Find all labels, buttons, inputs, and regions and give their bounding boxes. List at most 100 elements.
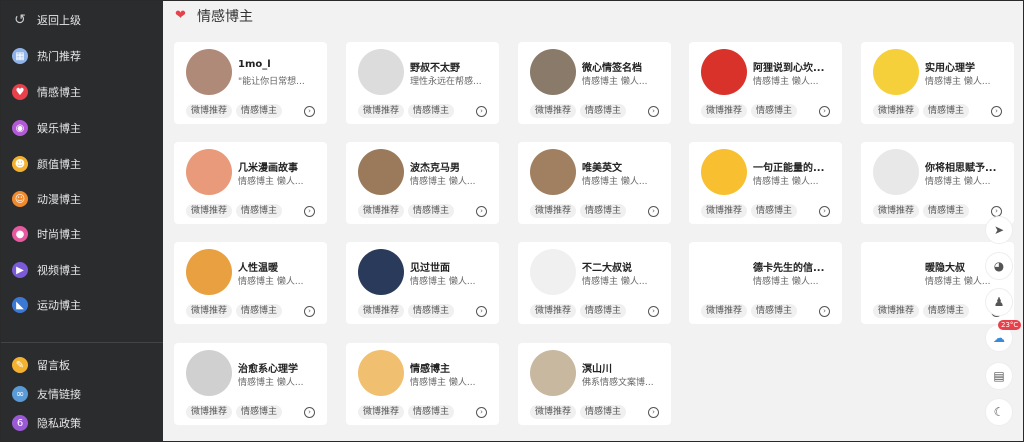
blogger-card[interactable]: 阿狸说到心坎... 情感博主 懒人... 微博推荐 情感博主 › <box>689 42 842 124</box>
chevron-right-icon[interactable]: › <box>648 306 659 317</box>
back-arrow-icon: ↺ <box>14 12 26 28</box>
sidebar-bottom-item-1[interactable]: ∞ 友情链接 <box>0 380 163 408</box>
tag-weibo-recommend: 微博推荐 <box>186 104 233 118</box>
chevron-right-icon[interactable]: › <box>819 206 830 217</box>
sidebar-item-label: 运动博主 <box>37 299 81 312</box>
blogger-card[interactable]: 溟山川 佛系情感文案博... 微博推荐 情感博主 › <box>518 343 671 425</box>
blogger-desc: 情感博主 懒人... <box>582 77 648 87</box>
music-disc-icon: ◉ <box>12 120 28 136</box>
avatar <box>186 350 232 396</box>
blogger-card[interactable]: 几米漫画故事 情感博主 懒人... 微博推荐 情感博主 › <box>174 142 327 224</box>
chevron-right-icon[interactable]: › <box>819 106 830 117</box>
tag-weibo-recommend: 微博推荐 <box>530 104 577 118</box>
blogger-card[interactable]: 野叔不太野 理性永远在帮感... 微博推荐 情感博主 › <box>346 42 499 124</box>
tag-list: 微博推荐 情感博主 <box>701 204 798 218</box>
tag-list: 微博推荐 情感博主 <box>873 204 970 218</box>
tag-weibo-recommend: 微博推荐 <box>530 204 577 218</box>
sidebar-item-label: 返回上级 <box>37 14 81 27</box>
navigate-top-icon[interactable]: ➤ <box>985 216 1013 244</box>
sidebar-item-4[interactable]: ☻ 颜值博主 <box>0 150 163 178</box>
chevron-right-icon[interactable]: › <box>476 206 487 217</box>
blogger-card[interactable]: 唯美英文 情感博主 懒人... 微博推荐 情感博主 › <box>518 142 671 224</box>
blogger-desc: 情感博主 懒人... <box>238 177 304 187</box>
sidebar-item-label: 隐私政策 <box>37 417 81 430</box>
blogger-card[interactable]: 你将相思赋予... 情感博主 懒人... 微博推荐 情感博主 › <box>861 142 1014 224</box>
privacy-icon: 6 <box>12 415 28 431</box>
sidebar-item-6[interactable]: ● 时尚博主 <box>0 220 163 248</box>
tag-weibo-recommend: 微博推荐 <box>873 204 920 218</box>
sidebar-item-1[interactable]: ▦ 热门推荐 <box>0 42 163 70</box>
link-icon: ∞ <box>12 386 28 402</box>
blogger-name: 见过世面 <box>410 263 450 274</box>
wechat-icon[interactable]: ◕ <box>985 252 1013 280</box>
sidebar-bottom-item-2[interactable]: 6 隐私政策 <box>0 409 163 437</box>
smile-icon: ☻ <box>12 156 28 172</box>
tag-category: 情感博主 <box>580 104 627 118</box>
blogger-card[interactable]: 见过世面 情感博主 懒人... 微博推荐 情感博主 › <box>346 242 499 324</box>
tag-category: 情感博主 <box>923 304 970 318</box>
chevron-right-icon[interactable]: › <box>991 106 1002 117</box>
tag-category: 情感博主 <box>923 204 970 218</box>
qq-icon[interactable]: ♟ <box>985 288 1013 316</box>
blogger-name: 溟山川 <box>582 364 612 375</box>
blogger-desc: 情感博主 懒人... <box>925 77 991 87</box>
chevron-right-icon[interactable]: › <box>304 407 315 418</box>
chevron-right-icon[interactable]: › <box>476 407 487 418</box>
blogger-name: 阿狸说到心坎... <box>753 63 825 74</box>
blogger-name: 微心情签名档 <box>582 63 642 74</box>
tag-list: 微博推荐 情感博主 <box>873 304 970 318</box>
chevron-right-icon[interactable]: › <box>304 106 315 117</box>
chevron-right-icon[interactable]: › <box>476 106 487 117</box>
blogger-card[interactable]: 实用心理学 情感博主 懒人... 微博推荐 情感博主 › <box>861 42 1014 124</box>
tag-weibo-recommend: 微博推荐 <box>186 405 233 419</box>
calendar-icon: ▦ <box>12 48 28 64</box>
main-content: ❤ 情感博主 1mo_l "能让你日常想... 微博推荐 情感博主 › 野叔不太… <box>163 0 1024 442</box>
avatar <box>701 149 747 195</box>
chevron-right-icon[interactable]: › <box>648 206 659 217</box>
sidebar-item-8[interactable]: ◣ 运动博主 <box>0 291 163 319</box>
avatar <box>530 149 576 195</box>
tag-weibo-recommend: 微博推荐 <box>873 104 920 118</box>
chevron-right-icon[interactable]: › <box>648 407 659 418</box>
chevron-right-icon[interactable]: › <box>476 306 487 317</box>
tag-weibo-recommend: 微博推荐 <box>701 304 748 318</box>
tag-list: 微博推荐 情感博主 <box>530 304 627 318</box>
blogger-card[interactable]: 治愈系心理学 情感博主 懒人... 微博推荐 情感博主 › <box>174 343 327 425</box>
weather-temp-badge: 23°C <box>998 320 1022 330</box>
blogger-card[interactable]: 不二大叔说 情感博主 懒人... 微博推荐 情感博主 › <box>518 242 671 324</box>
sidebar-bottom-item-0[interactable]: ✎ 留言板 <box>0 351 163 379</box>
tag-list: 微博推荐 情感博主 <box>186 104 283 118</box>
chevron-right-icon[interactable]: › <box>648 106 659 117</box>
tag-list: 微博推荐 情感博主 <box>358 304 455 318</box>
blogger-card[interactable]: 情感博主 情感博主 懒人... 微博推荐 情感博主 › <box>346 343 499 425</box>
blogger-card[interactable]: 人性温暖 情感博主 懒人... 微博推荐 情感博主 › <box>174 242 327 324</box>
chevron-right-icon[interactable]: › <box>304 306 315 317</box>
chevron-right-icon[interactable]: › <box>304 206 315 217</box>
sidebar-item-2[interactable]: ♥ 情感博主 <box>0 78 163 106</box>
sidebar-item-label: 情感博主 <box>37 86 81 99</box>
calculator-icon[interactable]: ▤ <box>985 362 1013 390</box>
avatar <box>701 249 747 295</box>
sidebar-item-5[interactable]: ☺ 动漫博主 <box>0 185 163 213</box>
blogger-card[interactable]: 一句正能量的... 情感博主 懒人... 微博推荐 情感博主 › <box>689 142 842 224</box>
avatar <box>186 249 232 295</box>
chat-bubble-icon: ● <box>12 226 28 242</box>
tag-weibo-recommend: 微博推荐 <box>701 204 748 218</box>
blogger-card[interactable]: 德卡先生的信... 情感博主 懒人... 微博推荐 情感博主 › <box>689 242 842 324</box>
blogger-card[interactable]: 波杰克马男 情感博主 懒人... 微博推荐 情感博主 › <box>346 142 499 224</box>
blogger-card[interactable]: 1mo_l "能让你日常想... 微博推荐 情感博主 › <box>174 42 327 124</box>
sidebar-item-3[interactable]: ◉ 娱乐博主 <box>0 114 163 142</box>
blogger-card[interactable]: 微心情签名档 情感博主 懒人... 微博推荐 情感博主 › <box>518 42 671 124</box>
tag-category: 情感博主 <box>751 104 798 118</box>
blogger-desc: 情感博主 懒人... <box>582 177 648 187</box>
tag-category: 情感博主 <box>580 405 627 419</box>
sidebar-item-label: 热门推荐 <box>37 50 81 63</box>
tag-list: 微博推荐 情感博主 <box>530 405 627 419</box>
sidebar-item-7[interactable]: ▶ 视频博主 <box>0 256 163 284</box>
blogger-desc: 情感博主 懒人... <box>753 177 819 187</box>
sidebar-item-0[interactable]: ↺ 返回上级 <box>0 6 163 34</box>
dark-mode-icon[interactable]: ☾ <box>985 398 1013 426</box>
tag-category: 情感博主 <box>236 104 283 118</box>
chevron-right-icon[interactable]: › <box>819 306 830 317</box>
video-icon: ▶ <box>12 262 28 278</box>
